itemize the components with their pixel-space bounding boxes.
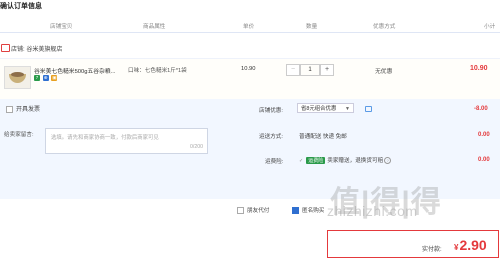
item-subtotal: 10.90 — [470, 65, 488, 72]
header-price: 单价 — [243, 24, 255, 30]
friend-pay-option[interactable]: 朋友代付 — [237, 206, 270, 215]
insurance-amount: 0.00 — [478, 157, 490, 163]
quantity-input[interactable]: 1 — [300, 64, 320, 76]
pay-label: 实付款: — [422, 247, 442, 253]
increase-button[interactable]: + — [320, 64, 334, 76]
check-icon: ✓ — [299, 158, 304, 164]
message-char-count: 0/200 — [190, 144, 203, 150]
shipping-amount: 0.00 — [478, 132, 490, 138]
rice-shape — [11, 72, 24, 77]
shop-discount-value: 省8元组合优惠 — [301, 106, 337, 112]
info-icon[interactable] — [365, 106, 372, 112]
watermark-url: zhizhizhi.com — [327, 203, 418, 219]
message-label: 给卖家留言: — [4, 132, 34, 138]
shop-discount-label: 店铺优惠: — [259, 108, 283, 114]
message-placeholder: 选填。请先和商家协商一致，付款后商家可见 — [51, 135, 159, 141]
insurance-pill: 运费险 — [306, 157, 326, 164]
shipping-label: 运送方式: — [259, 134, 283, 140]
product-thumbnail[interactable] — [4, 66, 31, 89]
shipping-value: 普通配送 快递 免邮 — [299, 134, 347, 140]
anonymous-option[interactable]: 匿名购买 — [292, 206, 325, 215]
invoice-icon: ▣ — [51, 75, 58, 81]
page-title: 确认订单信息 — [0, 3, 42, 10]
header-quantity: 数量 — [306, 24, 318, 30]
invoice-checkbox[interactable] — [6, 105, 13, 113]
shop-line: 店铺: 谷米美旗舰店 — [0, 40, 500, 58]
invoice-option[interactable]: 开具发票 — [6, 104, 40, 113]
anonymous-checkbox[interactable] — [292, 207, 299, 215]
order-item-row: 谷米美七色糙米500g五谷杂粮... 7 ⊕ ▣ 口味：七色糙米1斤*1袋 10… — [0, 58, 500, 99]
unit-price: 10.90 — [241, 66, 256, 72]
insurance-row: ✓ 运费险 卖家赠送，退换货可赔? — [299, 156, 392, 164]
table-header: 店铺宝贝 商品属性 单价 数量 优惠方式 小计 — [0, 18, 500, 33]
header-attribute: 商品属性 — [143, 24, 166, 30]
shop-icon — [1, 44, 10, 52]
payment-summary: 实付款: ¥2.90 — [327, 230, 499, 258]
header-shop-item: 店铺宝贝 — [50, 24, 73, 30]
pay-currency: ¥ — [454, 243, 459, 252]
invoice-label: 开具发票 — [16, 107, 41, 113]
seller-message-input[interactable]: 选填。请先和商家协商一致，付款后商家可见 0/200 — [45, 128, 208, 154]
chevron-down-icon: ▼ — [345, 106, 350, 112]
seven-day-return-icon: 7 — [34, 75, 40, 81]
pay-amount: ¥2.90 — [454, 237, 487, 253]
help-icon[interactable]: ? — [384, 157, 392, 164]
shop-discount-amount: -8.00 — [474, 106, 488, 112]
friend-pay-checkbox[interactable] — [237, 207, 244, 215]
pay-amount-value: 2.90 — [459, 237, 487, 253]
guarantee-icon: ⊕ — [42, 75, 49, 81]
insurance-value: 卖家赠送，退换货可赔 — [327, 158, 384, 164]
decrease-button[interactable]: − — [286, 64, 300, 76]
service-badges: 7 ⊕ ▣ — [34, 75, 58, 81]
friend-pay-label: 朋友代付 — [247, 208, 270, 214]
product-attribute: 口味：七色糙米1斤*1袋 — [128, 68, 187, 74]
anonymous-label: 匿名购买 — [302, 208, 325, 214]
header-discount: 优惠方式 — [373, 24, 396, 30]
product-name[interactable]: 谷米美七色糙米500g五谷杂粮... — [34, 66, 129, 75]
insurance-label: 运费险: — [265, 159, 284, 165]
header-subtotal: 小计 — [484, 24, 496, 30]
shop-link[interactable]: 店铺: 谷米美旗舰店 — [11, 44, 62, 53]
discount-method: 无优惠 — [375, 69, 393, 75]
shop-discount-select[interactable]: 省8元组合优惠 ▼ — [297, 103, 354, 113]
